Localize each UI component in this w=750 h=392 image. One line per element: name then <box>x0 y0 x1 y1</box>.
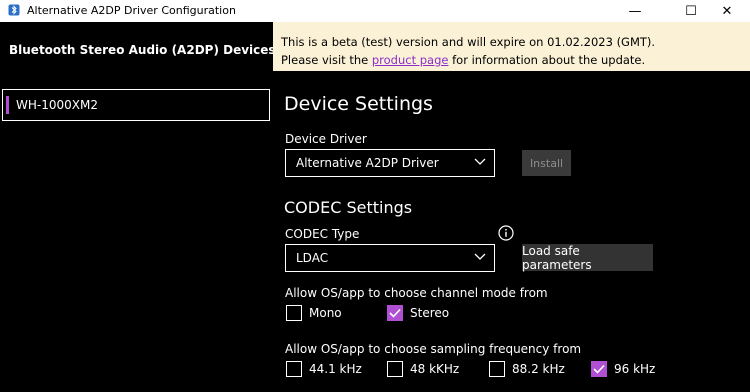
close-button[interactable]: ✕ <box>704 0 750 22</box>
checkbox-label: Stereo <box>410 306 450 320</box>
banner-suffix: for information about the update. <box>452 53 646 67</box>
title-bar: Alternative A2DP Driver Configuration — … <box>0 0 750 22</box>
checkbox-label: 88.2 kHz <box>512 362 565 376</box>
chevron-down-icon <box>474 158 486 165</box>
codec-type-value: LDAC <box>296 251 329 265</box>
channel-mode-label: Allow OS/app to choose channel mode from <box>285 286 548 300</box>
checkbox-box <box>387 361 403 377</box>
sidebar-header: Bluetooth Stereo Audio (A2DP) Devices <box>9 43 276 57</box>
banner-line-1: This is a beta (test) version and will e… <box>281 35 656 49</box>
window-title: Alternative A2DP Driver Configuration <box>27 4 236 17</box>
checkmark-icon <box>389 308 401 318</box>
sampling-frequency-label: Allow OS/app to choose sampling frequenc… <box>285 342 582 356</box>
checkbox-label: 44.1 kHz <box>309 362 362 376</box>
checkbox-box-checked <box>591 361 607 377</box>
product-page-link[interactable]: product page <box>372 53 449 67</box>
beta-banner: This is a beta (test) version and will e… <box>273 22 750 71</box>
device-driver-select[interactable]: Alternative A2DP Driver <box>285 149 495 177</box>
main-panel: This is a beta (test) version and will e… <box>273 22 750 392</box>
checkbox-box <box>286 305 302 321</box>
chevron-down-icon <box>474 253 486 260</box>
info-icon[interactable] <box>498 225 514 241</box>
device-label: WH-1000XM2 <box>16 98 98 112</box>
checkbox-box <box>489 361 505 377</box>
selection-indicator <box>6 96 9 114</box>
checkbox-label: 48 kKHz <box>410 362 460 376</box>
device-item-wh-1000xm2[interactable]: WH-1000XM2 <box>2 89 270 121</box>
checkbox-44-1-khz[interactable]: 44.1 kHz <box>286 361 362 377</box>
checkbox-box <box>286 361 302 377</box>
device-driver-value: Alternative A2DP Driver <box>296 156 439 170</box>
codec-type-label: CODEC Type <box>285 227 360 241</box>
device-driver-label: Device Driver <box>285 132 367 146</box>
checkbox-label: 96 kHz <box>614 362 656 376</box>
checkbox-box-checked <box>387 305 403 321</box>
checkbox-mono[interactable]: Mono <box>286 305 342 321</box>
checkbox-label: Mono <box>309 306 342 320</box>
app-bluetooth-icon <box>8 4 20 16</box>
sidebar: Bluetooth Stereo Audio (A2DP) Devices WH… <box>0 22 276 392</box>
codec-settings-heading: CODEC Settings <box>284 198 413 217</box>
checkmark-icon <box>593 364 605 374</box>
checkbox-stereo[interactable]: Stereo <box>387 305 449 321</box>
checkbox-96-khz[interactable]: 96 kHz <box>591 361 655 377</box>
checkbox-48-khz[interactable]: 48 kKHz <box>387 361 459 377</box>
checkbox-88-2-khz[interactable]: 88.2 kHz <box>489 361 565 377</box>
minimize-button[interactable]: — <box>612 0 658 22</box>
load-safe-parameters-button[interactable]: Load safe parameters <box>522 244 653 272</box>
banner-line-2: Please visit the product page for inform… <box>281 53 645 67</box>
device-settings-heading: Device Settings <box>284 93 433 115</box>
install-button[interactable]: Install <box>522 150 571 176</box>
codec-type-select[interactable]: LDAC <box>285 244 495 272</box>
banner-prefix: Please visit the <box>281 53 369 67</box>
